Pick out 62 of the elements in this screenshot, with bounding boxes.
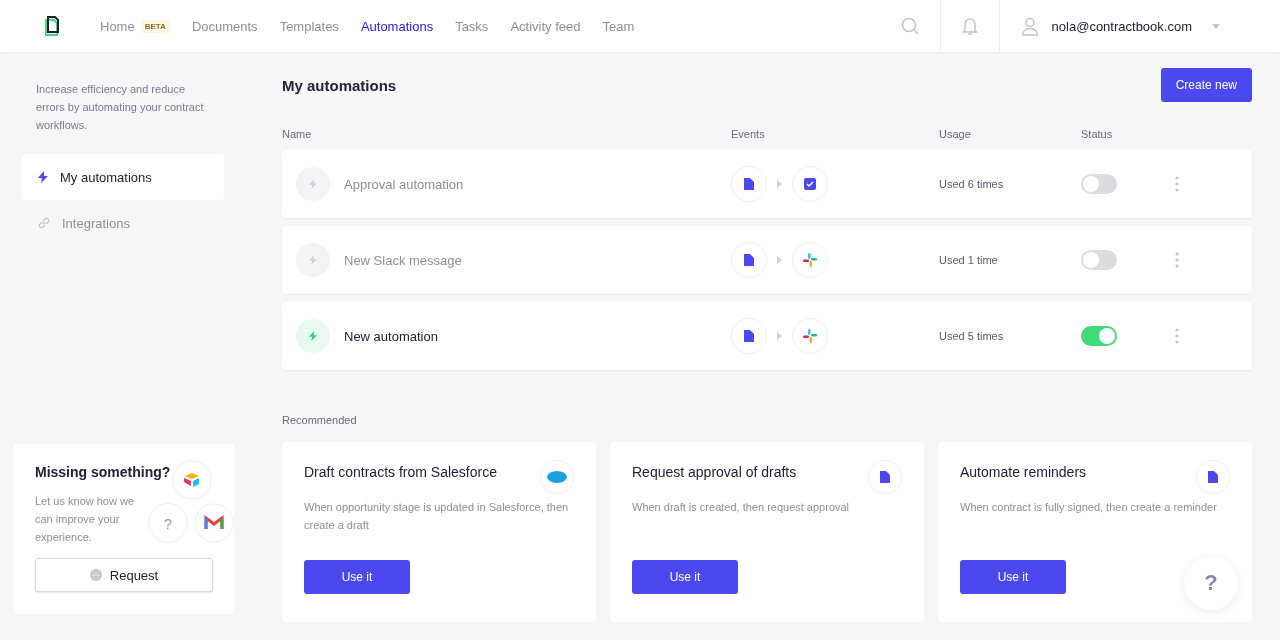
automation-name: New Slack message bbox=[344, 252, 462, 268]
nav-link[interactable]: Automations bbox=[360, 18, 434, 34]
status-toggle[interactable] bbox=[1081, 174, 1117, 194]
use-it-button[interactable]: Use it bbox=[304, 560, 410, 594]
nav-link[interactable]: Team bbox=[602, 18, 635, 34]
column-header: Status bbox=[1081, 128, 1114, 140]
bolt-icon bbox=[38, 171, 48, 183]
user-email[interactable]: nola@contractbook.com bbox=[1051, 18, 1192, 34]
automation-row[interactable]: Approval automation Used 6 times bbox=[282, 150, 1252, 218]
chat-icon bbox=[89, 569, 102, 581]
card-text: When draft is created, then request approval bbox=[632, 500, 851, 515]
more-icon[interactable] bbox=[1175, 328, 1179, 344]
bolt-icon bbox=[296, 319, 330, 353]
more-icon[interactable] bbox=[1175, 176, 1179, 192]
beta-badge: BETA bbox=[140, 19, 170, 33]
sidebar-intro: Increase efficiency and reduce errors by automating your contract workflows. bbox=[36, 82, 205, 133]
play-arrow-icon bbox=[777, 332, 782, 340]
automation-row[interactable]: New Slack message Used 1 time bbox=[282, 226, 1252, 294]
help-glyph: ? bbox=[148, 503, 188, 543]
page-title: My automations bbox=[282, 76, 397, 94]
section-title: Recommended bbox=[282, 414, 358, 426]
missing-text: Let us know how we can improve your experience. bbox=[35, 494, 136, 545]
nav-link[interactable]: Activity feed bbox=[510, 18, 581, 34]
search-icon[interactable] bbox=[899, 16, 920, 36]
nav-link[interactable]: Documents bbox=[191, 18, 258, 34]
card-title: Request approval of drafts bbox=[632, 464, 797, 482]
column-header: Name bbox=[282, 128, 313, 140]
bolt-icon bbox=[296, 243, 330, 277]
use-it-button[interactable]: Use it bbox=[960, 560, 1066, 594]
usage-text: Used 1 time bbox=[939, 254, 999, 266]
automation-row[interactable]: New automation Used 5 times bbox=[282, 302, 1252, 370]
usage-text: Used 6 times bbox=[939, 178, 1005, 190]
card-text: When contract is fully signed, then create a reminder bbox=[960, 500, 1218, 515]
create-new-button[interactable]: Create new bbox=[1160, 68, 1252, 102]
nav-link[interactable]: Home bbox=[100, 18, 135, 34]
request-button[interactable]: Request bbox=[35, 558, 213, 592]
bolt-icon bbox=[296, 167, 330, 201]
card-title: Draft contracts from Salesforce bbox=[304, 464, 497, 482]
automation-name: New automation bbox=[344, 328, 438, 344]
status-toggle[interactable] bbox=[1081, 326, 1117, 346]
more-icon[interactable] bbox=[1175, 252, 1179, 268]
automation-name: Approval automation bbox=[344, 176, 464, 192]
missing-title: Missing something? bbox=[35, 464, 171, 480]
card-text: When opportunity stage is updated in Salesforce, then create a draft bbox=[304, 500, 570, 533]
column-header: Events bbox=[731, 128, 766, 140]
card-title: Automate reminders bbox=[960, 464, 1087, 482]
app-logo-icon bbox=[172, 460, 212, 500]
play-arrow-icon bbox=[777, 256, 782, 264]
logo-icon[interactable] bbox=[44, 16, 60, 36]
status-toggle[interactable] bbox=[1081, 250, 1117, 270]
user-icon bbox=[1019, 16, 1040, 36]
bell-icon[interactable] bbox=[960, 16, 979, 36]
column-header: Usage bbox=[939, 128, 972, 140]
caret-icon[interactable] bbox=[1212, 23, 1220, 29]
nav-link[interactable]: Tasks bbox=[455, 18, 489, 34]
sidebar-item[interactable]: My automations bbox=[22, 154, 224, 200]
play-arrow-icon bbox=[777, 180, 782, 188]
nav-link[interactable]: Templates bbox=[279, 18, 339, 34]
link-icon bbox=[38, 217, 50, 229]
sidebar-item[interactable]: Integrations bbox=[22, 200, 224, 246]
usage-text: Used 5 times bbox=[939, 330, 1005, 342]
use-it-button[interactable]: Use it bbox=[632, 560, 738, 594]
